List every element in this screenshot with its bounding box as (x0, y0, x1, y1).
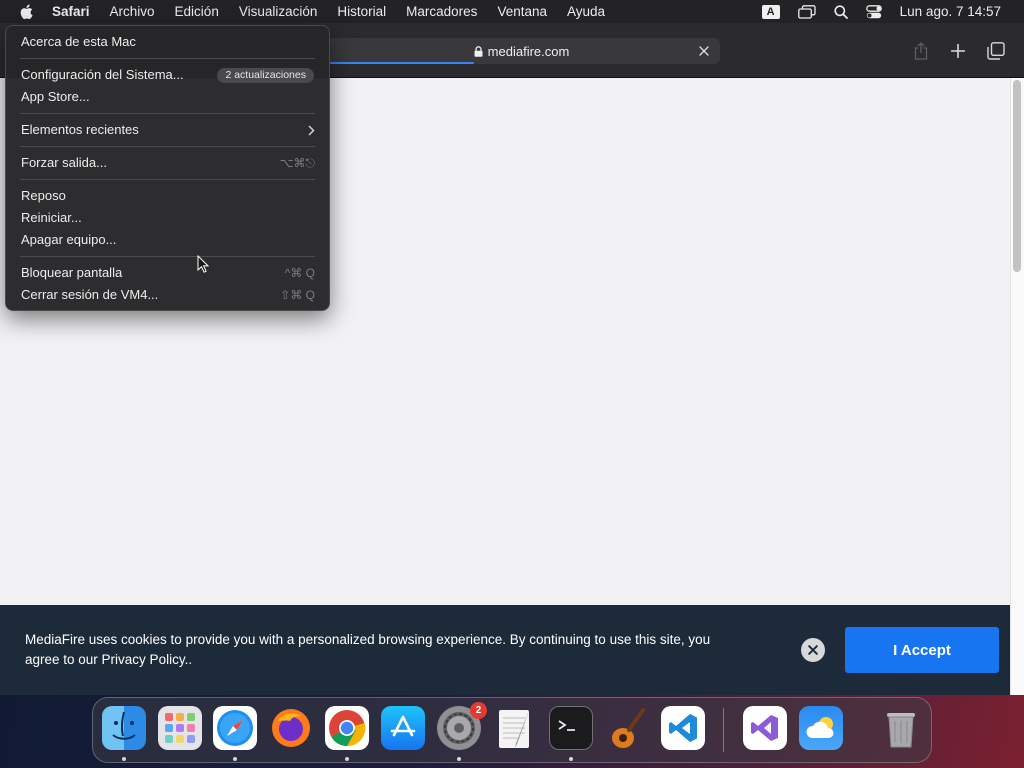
menu-divider (20, 179, 315, 180)
lock-screen-shortcut: ^⌘ Q (284, 266, 315, 280)
cookie-close-button[interactable] (801, 638, 825, 662)
menu-divider (20, 113, 315, 114)
menu-divider (20, 146, 315, 147)
control-center-icon[interactable] (857, 0, 891, 23)
launchpad-icon[interactable] (158, 706, 202, 750)
menu-item-force-quit[interactable]: Forzar salida... ⌥⌘⎋ (6, 152, 329, 174)
finder-icon[interactable] (102, 706, 146, 750)
url-text: mediafire.com (487, 43, 570, 59)
cookie-notice-text: MediaFire uses cookies to provide you wi… (25, 632, 711, 667)
accept-cookies-button[interactable]: I Accept (845, 627, 999, 673)
menu-ventana[interactable]: Ventana (487, 0, 557, 23)
terminal-icon[interactable] (549, 706, 593, 750)
visual-studio-icon[interactable] (743, 706, 787, 750)
running-indicator (457, 757, 461, 761)
running-indicator (345, 757, 349, 761)
mouse-cursor-icon (197, 254, 210, 278)
menu-item-lock-screen[interactable]: Bloquear pantalla ^⌘ Q (6, 262, 329, 284)
app-store-label: App Store... (21, 89, 90, 104)
force-quit-label: Forzar salida... (21, 155, 107, 170)
menu-item-restart[interactable]: Reiniciar... (6, 207, 329, 229)
close-icon (808, 645, 818, 655)
menu-item-logout[interactable]: Cerrar sesión de VM4... ⇧⌘ Q (6, 284, 329, 306)
menu-divider (20, 58, 315, 59)
share-icon[interactable] (909, 39, 933, 63)
recent-items-label: Elementos recientes (21, 122, 139, 137)
menu-edicion[interactable]: Edición (165, 0, 229, 23)
menu-item-shutdown[interactable]: Apagar equipo... (6, 229, 329, 251)
menu-item-app-store[interactable]: App Store... (6, 86, 329, 108)
menu-item-sleep[interactable]: Reposo (6, 185, 329, 207)
menu-divider (20, 256, 315, 257)
logout-shortcut: ⇧⌘ Q (280, 288, 315, 302)
safari-icon[interactable] (213, 706, 257, 750)
menu-historial[interactable]: Historial (327, 0, 396, 23)
logout-label: Cerrar sesión de VM4... (21, 287, 159, 302)
menu-app-safari[interactable]: Safari (42, 0, 100, 23)
running-indicator (233, 757, 237, 761)
address-bar[interactable]: mediafire.com (323, 38, 720, 64)
menu-item-system-settings[interactable]: Configuración del Sistema... 2 actualiza… (6, 64, 329, 86)
cookie-banner: MediaFire uses cookies to provide you wi… (0, 605, 1010, 695)
vscode-icon[interactable] (661, 706, 705, 750)
firefox-icon[interactable] (269, 706, 313, 750)
menu-marcadores[interactable]: Marcadores (396, 0, 487, 23)
menu-visualizacion[interactable]: Visualización (229, 0, 328, 23)
menu-bar: Safari Archivo Edición Visualización His… (0, 0, 1024, 23)
menubar-clock[interactable]: Lun ago. 7 14:57 (891, 0, 1010, 23)
updates-badge: 2 actualizaciones (217, 67, 314, 83)
new-tab-icon[interactable] (946, 39, 970, 63)
input-source-indicator[interactable]: A (753, 0, 789, 23)
dock: 2 (92, 697, 932, 763)
screen-mirroring-icon[interactable] (789, 0, 825, 23)
running-indicator (569, 757, 573, 761)
system-settings-badge: 2 (470, 702, 487, 719)
lock-screen-label: Bloquear pantalla (21, 265, 123, 280)
weather-icon[interactable] (799, 706, 843, 750)
system-settings-label: Configuración del Sistema... (21, 67, 184, 82)
about-mac-label: Acerca de esta Mac (21, 34, 136, 49)
menu-item-about-mac[interactable]: Acerca de esta Mac (6, 31, 329, 53)
menu-archivo[interactable]: Archivo (100, 0, 165, 23)
apple-menu-icon[interactable] (10, 4, 42, 20)
app-store-icon[interactable] (381, 706, 425, 750)
lock-icon (474, 45, 483, 57)
trash-icon[interactable] (879, 706, 923, 750)
textedit-icon[interactable] (493, 706, 537, 750)
chevron-right-icon (308, 124, 315, 136)
page-load-progress (330, 62, 474, 64)
close-tab-icon[interactable] (696, 43, 712, 59)
tab-overview-icon[interactable] (984, 39, 1008, 63)
sleep-label: Reposo (21, 188, 66, 203)
dock-separator (723, 708, 724, 752)
scrollbar-thumb[interactable] (1013, 80, 1021, 272)
force-quit-shortcut: ⌥⌘⎋ (279, 156, 315, 170)
garageband-icon[interactable] (605, 706, 649, 750)
input-source-label: A (761, 4, 780, 19)
spotlight-search-icon[interactable] (825, 0, 857, 23)
running-indicator (122, 757, 126, 761)
chrome-icon[interactable] (325, 706, 369, 750)
apple-dropdown-menu: Acerca de esta Mac Configuración del Sis… (5, 25, 330, 311)
page-scrollbar[interactable] (1010, 78, 1024, 695)
shutdown-label: Apagar equipo... (21, 232, 117, 247)
menu-ayuda[interactable]: Ayuda (557, 0, 615, 23)
menu-item-recent-items[interactable]: Elementos recientes (6, 119, 329, 141)
restart-label: Reiniciar... (21, 210, 82, 225)
